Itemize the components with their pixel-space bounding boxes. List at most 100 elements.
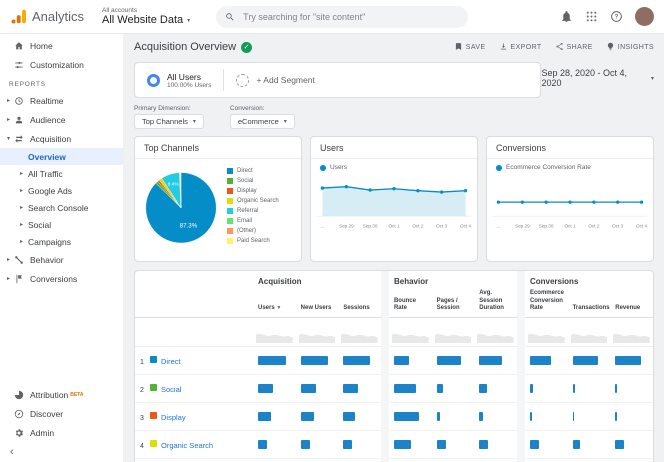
legend-swatch-icon — [227, 228, 233, 234]
sidebar-item-campaigns[interactable]: ▸Campaigns — [0, 233, 123, 250]
value-bar — [394, 412, 419, 421]
legend-item-display[interactable]: Display — [227, 186, 279, 196]
sidebar-item-realtime[interactable]: ▸Realtime — [0, 91, 123, 110]
sidebar-item-acquisition[interactable]: ▾Acquisition — [0, 129, 123, 148]
svg-text:Sep 29: Sep 29 — [339, 223, 354, 228]
add-segment-label: + Add Segment — [256, 75, 314, 85]
chevron-right-icon: ▸ — [7, 256, 14, 263]
column-header-transactions[interactable]: Transactions — [568, 288, 611, 317]
legend-swatch-icon — [227, 208, 233, 214]
value-bar — [615, 412, 616, 421]
legend-item-social[interactable]: Social — [227, 176, 279, 186]
value-bar — [573, 440, 581, 449]
column-header-ecommerce-conversion-rate[interactable]: Ecommerce Conversion Rate — [525, 288, 568, 317]
add-segment-button[interactable]: + Add Segment — [236, 74, 314, 87]
collapse-sidebar-button[interactable]: ‹ — [0, 442, 123, 462]
sidebar-item-behavior[interactable]: ▸Behavior — [0, 250, 123, 269]
page-title: Acquisition Overview — [134, 41, 236, 53]
user-avatar[interactable] — [635, 7, 654, 26]
svg-text:...: ... — [321, 223, 325, 228]
help-icon[interactable]: ? — [610, 10, 623, 23]
primary-dimension-select[interactable]: Top Channels▾ — [134, 114, 204, 129]
sidebar-item-label: Google Ads — [28, 186, 72, 196]
column-header-new-users[interactable]: New Users — [296, 288, 339, 317]
column-header-bounce-rate[interactable]: Bounce Rate — [389, 288, 432, 317]
share-icon — [555, 42, 564, 53]
sidebar-item-label: Home — [30, 41, 53, 51]
conversions-legend: Ecommerce Conversion Rate — [487, 159, 653, 171]
table-row: 3 Display — [135, 402, 653, 430]
sidebar-item-home[interactable]: Home — [0, 36, 123, 55]
value-bar — [394, 440, 411, 449]
analytics-logo-icon — [10, 8, 27, 25]
sidebar-item-label: Discover — [30, 409, 63, 419]
summary-cards: Top Channels 87.3%8.4% DirectSocialDispl… — [134, 136, 654, 262]
column-header-avg-session-duration[interactable]: Avg. Session Duration — [474, 288, 517, 317]
legend-item-referral[interactable]: Referral — [227, 206, 279, 216]
notifications-bell-icon[interactable] — [560, 10, 573, 23]
search-input[interactable] — [241, 11, 459, 23]
channel-color-swatch — [150, 440, 157, 447]
legend-item-direct[interactable]: Direct — [227, 166, 279, 176]
sidebar-item-customization[interactable]: Customization — [0, 55, 123, 74]
admin-icon — [14, 428, 27, 438]
summary-sparkline — [296, 317, 339, 346]
attribution-icon — [14, 390, 27, 400]
legend-item-organic-search[interactable]: Organic Search — [227, 196, 279, 206]
series-dot-icon — [496, 165, 502, 171]
sidebar-item-discover[interactable]: Discover — [0, 404, 123, 423]
segment-all-users[interactable]: All Users 100.00% Users — [147, 72, 211, 89]
legend-swatch-icon — [227, 238, 233, 244]
sidebar-item-attribution[interactable]: AttributionBETA — [0, 385, 123, 404]
svg-text:Oct 3: Oct 3 — [436, 223, 447, 228]
value-bar — [258, 412, 271, 421]
channel-link[interactable]: Display — [161, 413, 186, 422]
export-button[interactable]: EXPORT — [499, 42, 542, 53]
chevron-right-icon: ▸ — [20, 170, 28, 177]
chevron-right-icon: ▸ — [20, 187, 28, 194]
row-rank: 1 — [140, 359, 148, 366]
sidebar-item-label: Conversions — [30, 274, 77, 284]
sidebar-item-conversions[interactable]: ▸ Conversions — [0, 269, 123, 288]
column-header-pages-session[interactable]: Pages / Session — [432, 288, 475, 317]
row-rank: 3 — [140, 415, 148, 422]
search-bar[interactable] — [216, 6, 468, 28]
pie-slice-label: 87.3% — [180, 222, 198, 229]
sidebar-item-google-ads[interactable]: ▸Google Ads — [0, 182, 123, 199]
svg-text:Oct 4: Oct 4 — [460, 223, 471, 228]
sidebar-item-social[interactable]: ▸Social — [0, 216, 123, 233]
sidebar-item-search-console[interactable]: ▸Search Console — [0, 199, 123, 216]
sidebar-item-admin[interactable]: Admin — [0, 423, 123, 442]
sidebar-item-label: Realtime — [30, 96, 64, 106]
date-range-selector[interactable]: Sep 28, 2020 - Oct 4, 2020 ▾ — [541, 68, 654, 88]
legend-item-other[interactable]: (Other) — [227, 226, 279, 236]
value-bar — [394, 384, 416, 393]
value-bar — [258, 384, 273, 393]
row-rank: 2 — [140, 387, 148, 394]
column-header-users[interactable]: Users ▼ — [253, 288, 296, 317]
chevron-right-icon: ▸ — [7, 275, 14, 282]
analytics-home-link[interactable]: Analytics — [10, 8, 84, 25]
channel-link[interactable]: Direct — [161, 357, 181, 366]
sidebar-item-overview[interactable]: Overview — [0, 148, 123, 165]
apps-grid-icon[interactable] — [585, 10, 598, 23]
channel-link[interactable]: Social — [161, 385, 181, 394]
top-channels-pie-chart: 87.3%8.4% — [137, 162, 225, 250]
chevron-down-icon: ▾ — [651, 75, 654, 82]
sidebar-item-audience[interactable]: ▸Audience — [0, 110, 123, 129]
legend-item-paid-search[interactable]: Paid Search — [227, 236, 279, 246]
conversion-select[interactable]: eCommerce▾ — [230, 114, 295, 129]
sidebar-item-all-traffic[interactable]: ▸All Traffic — [0, 165, 123, 182]
account-switcher[interactable]: All accounts All Website Data ▾ — [102, 7, 190, 26]
insights-button[interactable]: INSIGHTS — [606, 42, 654, 53]
value-bar — [258, 440, 267, 449]
channel-link[interactable]: Organic Search — [161, 441, 213, 450]
column-header-sessions[interactable]: Sessions — [338, 288, 381, 317]
share-button[interactable]: SHARE — [555, 42, 593, 53]
verified-check-icon: ✓ — [241, 42, 252, 53]
legend-item-email[interactable]: Email — [227, 216, 279, 226]
column-header-revenue[interactable]: Revenue — [610, 288, 653, 317]
table-row: 1 Direct — [135, 346, 653, 374]
save-button[interactable]: SAVE — [454, 42, 486, 53]
value-bar — [530, 440, 539, 449]
